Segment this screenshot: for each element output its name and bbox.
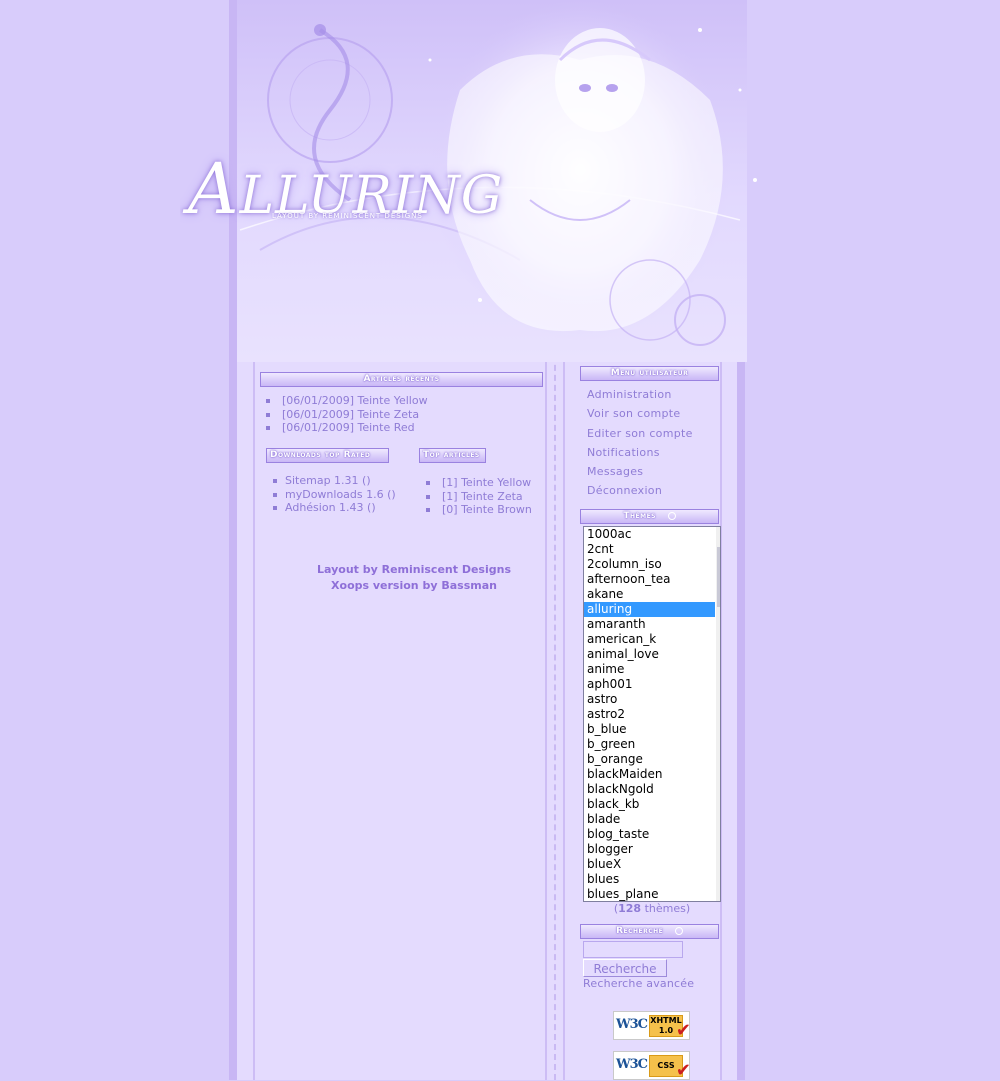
theme-option[interactable]: 2cnt	[584, 542, 715, 557]
column-rule-center-right	[563, 320, 565, 1080]
theme-option[interactable]: b_blue	[584, 722, 715, 737]
theme-option[interactable]: animal_love	[584, 647, 715, 662]
theme-option[interactable]: b_orange	[584, 752, 715, 767]
menu-item-logout[interactable]: Déconnexion	[587, 481, 693, 500]
menu-item-edit-account[interactable]: Editer son compte	[587, 424, 693, 443]
theme-count-suffix: thèmes)	[641, 902, 691, 915]
menu-item-notifications[interactable]: Notifications	[587, 443, 693, 462]
theme-count: (128 thèmes)	[583, 902, 721, 915]
logo-tagline: LAYOUT BY REMINISCENT DESIGNS	[272, 212, 423, 220]
recent-articles-list: [06/01/2009] Teinte Yellow [06/01/2009] …	[266, 394, 428, 435]
themes-title-text: Thèmes	[623, 511, 656, 521]
download-link[interactable]: Adhésion 1.43 ()	[273, 501, 403, 515]
theme-option[interactable]: blackMaiden	[584, 767, 715, 782]
search-input[interactable]	[583, 941, 683, 958]
credit-xoops[interactable]: Xoops version by Bassman	[300, 578, 528, 594]
menu-item-view-account[interactable]: Voir son compte	[587, 404, 693, 423]
advanced-search-link[interactable]: Recherche avancée	[583, 977, 694, 990]
theme-option[interactable]: blogger	[584, 842, 715, 857]
block-title-top-articles: Top articles	[419, 448, 486, 463]
credit-layout[interactable]: Layout by Reminiscent Designs	[300, 562, 528, 578]
theme-option[interactable]: 1000ac	[584, 527, 715, 542]
downloads-list: Sitemap 1.31 () myDownloads 1.6 () Adhés…	[273, 474, 403, 515]
checkmark-icon: ✔	[675, 1020, 691, 1041]
download-link[interactable]: myDownloads 1.6 ()	[273, 488, 403, 502]
checkmark-icon: ✔	[675, 1060, 691, 1081]
theme-option[interactable]: blade	[584, 812, 715, 827]
column-divider	[554, 315, 556, 1080]
menu-item-messages[interactable]: Messages	[587, 462, 693, 481]
theme-option[interactable]: astro	[584, 692, 715, 707]
xhtml-label-bottom: 1.0	[658, 1026, 674, 1035]
column-rule-center-left	[545, 320, 547, 1080]
logo-initial: A	[188, 148, 240, 230]
block-title-user-menu: Menu utilisateur	[580, 366, 719, 381]
theme-option[interactable]: akane	[584, 587, 715, 602]
theme-option[interactable]: blog_taste	[584, 827, 715, 842]
theme-option[interactable]: american_k	[584, 632, 715, 647]
block-title-recent-articles: Articles récents	[260, 372, 543, 387]
theme-option[interactable]: blues	[584, 872, 715, 887]
circle-icon	[674, 926, 683, 935]
top-article-link[interactable]: [0] Teinte Brown	[426, 503, 532, 517]
theme-option[interactable]: blackNgold	[584, 782, 715, 797]
theme-option[interactable]: b_green	[584, 737, 715, 752]
theme-option[interactable]: blueX	[584, 857, 715, 872]
w3c-xhtml-logo-text: W3C	[616, 1017, 648, 1032]
theme-option[interactable]: 2column_iso	[584, 557, 715, 572]
top-articles-list: [1] Teinte Yellow [1] Teinte Zeta [0] Te…	[426, 476, 532, 517]
block-title-search: Recherche	[580, 924, 719, 939]
circle-icon	[667, 511, 676, 520]
search-title-text: Recherche	[616, 926, 664, 936]
download-link[interactable]: Sitemap 1.31 ()	[273, 474, 403, 488]
w3c-css-badge[interactable]: W3C CSS ✔	[613, 1051, 691, 1081]
search-button[interactable]: Recherche	[583, 959, 667, 977]
theme-count-number: 128	[618, 902, 642, 915]
theme-select-list[interactable]: 1000ac 2cnt 2column_iso afternoon_tea akane a…	[583, 526, 721, 902]
theme-option[interactable]: alluring	[584, 602, 715, 617]
w3c-xhtml-badge[interactable]: W3C XHTML 1.0 ✔	[613, 1011, 691, 1041]
theme-option[interactable]: astro2	[584, 707, 715, 722]
theme-option[interactable]: afternoon_tea	[584, 572, 715, 587]
theme-option[interactable]: amaranth	[584, 617, 715, 632]
theme-option[interactable]: anime	[584, 662, 715, 677]
user-menu: Administration Voir son compte Editer so…	[587, 385, 693, 501]
theme-option[interactable]: black_kb	[584, 797, 715, 812]
theme-option[interactable]: blues_plane	[584, 887, 715, 901]
header-banner: ALLURING LAYOUT BY REMINISCENT DESIGNS	[180, 0, 820, 362]
block-title-themes: Thèmes	[580, 509, 719, 524]
theme-option[interactable]: aph001	[584, 677, 715, 692]
top-article-link[interactable]: [1] Teinte Yellow	[426, 476, 532, 490]
recent-article-link[interactable]: [06/01/2009] Teinte Zeta	[266, 408, 428, 422]
footer-credits: Layout by Reminiscent Designs Xoops vers…	[300, 562, 528, 594]
recent-article-link[interactable]: [06/01/2009] Teinte Yellow	[266, 394, 428, 408]
theme-list-scrollbar[interactable]	[716, 527, 720, 901]
menu-item-administration[interactable]: Administration	[587, 385, 693, 404]
block-title-downloads-top-rated: Downloads top Rated	[266, 448, 389, 463]
scrollbar-thumb[interactable]	[717, 547, 720, 607]
top-article-link[interactable]: [1] Teinte Zeta	[426, 490, 532, 504]
recent-article-link[interactable]: [06/01/2009] Teinte Red	[266, 421, 428, 435]
w3c-css-logo-text: W3C	[616, 1057, 648, 1072]
